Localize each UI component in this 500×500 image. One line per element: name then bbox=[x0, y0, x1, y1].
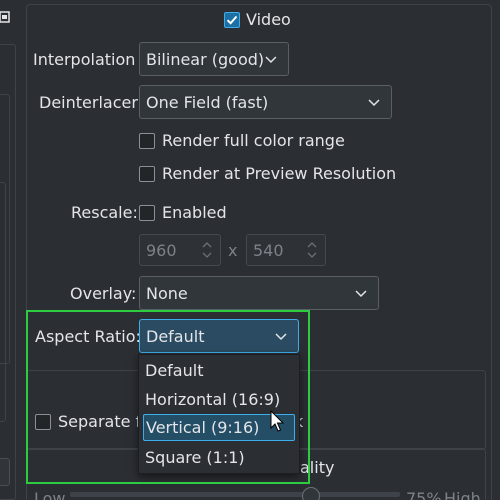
rescale-enabled-checkbox[interactable] bbox=[139, 204, 155, 221]
left-panel-list bbox=[0, 182, 6, 422]
rescale-enabled-toggle[interactable]: Enabled bbox=[139, 203, 227, 222]
interpolation-combo[interactable]: Bilinear (good) bbox=[139, 42, 289, 76]
deinterlacer-label: Deinterlacer bbox=[39, 93, 138, 112]
quality-slider-track[interactable] bbox=[70, 492, 400, 497]
rescale-width-spinbox[interactable]: 960 bbox=[139, 234, 221, 266]
rescale-width-value: 960 bbox=[146, 240, 177, 260]
quality-value: 75% bbox=[406, 489, 442, 500]
render-preview-label: Render at Preview Resolution bbox=[162, 164, 397, 183]
rescale-enabled-label: Enabled bbox=[162, 203, 227, 222]
render-preview-toggle[interactable]: Render at Preview Resolution bbox=[139, 164, 396, 183]
interpolation-value: Bilinear (good) bbox=[146, 49, 265, 69]
overlay-label: Overlay: bbox=[70, 284, 137, 303]
highlight-annotation-box bbox=[26, 310, 310, 484]
quality-high-label: High bbox=[444, 489, 481, 500]
video-toggle[interactable]: Video bbox=[224, 10, 291, 29]
video-label: Video bbox=[246, 10, 291, 29]
rescale-label: Rescale: bbox=[71, 203, 138, 222]
chevron-down-icon[interactable] bbox=[201, 252, 213, 259]
overlay-combo[interactable]: None bbox=[139, 276, 379, 310]
rescale-height-value: 540 bbox=[253, 240, 284, 260]
deinterlacer-combo[interactable]: One Field (fast) bbox=[139, 85, 392, 119]
chevron-up-icon[interactable] bbox=[201, 241, 213, 248]
deinterlacer-value: One Field (fast) bbox=[146, 92, 269, 112]
check-icon bbox=[226, 15, 238, 25]
folder-icon[interactable] bbox=[0, 9, 10, 25]
rescale-height-spinbox[interactable]: 540 bbox=[246, 234, 326, 266]
interpolation-label: Interpolation bbox=[33, 50, 136, 69]
render-full-color-toggle[interactable]: Render full color range bbox=[139, 131, 345, 150]
chevron-down-icon bbox=[355, 290, 367, 298]
chevron-down-icon bbox=[368, 99, 380, 107]
rescale-separator: x bbox=[228, 241, 238, 260]
render-preview-checkbox[interactable] bbox=[139, 165, 155, 182]
render-full-color-checkbox[interactable] bbox=[139, 132, 155, 149]
left-panel-button[interactable] bbox=[0, 458, 10, 486]
chevron-down-icon bbox=[265, 56, 277, 64]
chevron-down-icon[interactable] bbox=[306, 252, 318, 259]
video-checkbox[interactable] bbox=[224, 11, 240, 28]
overlay-value: None bbox=[146, 283, 188, 303]
quality-slider-handle[interactable] bbox=[302, 487, 320, 500]
quality-low-label: Low bbox=[34, 489, 66, 500]
chevron-up-icon[interactable] bbox=[306, 241, 318, 248]
render-full-color-label: Render full color range bbox=[162, 131, 345, 150]
